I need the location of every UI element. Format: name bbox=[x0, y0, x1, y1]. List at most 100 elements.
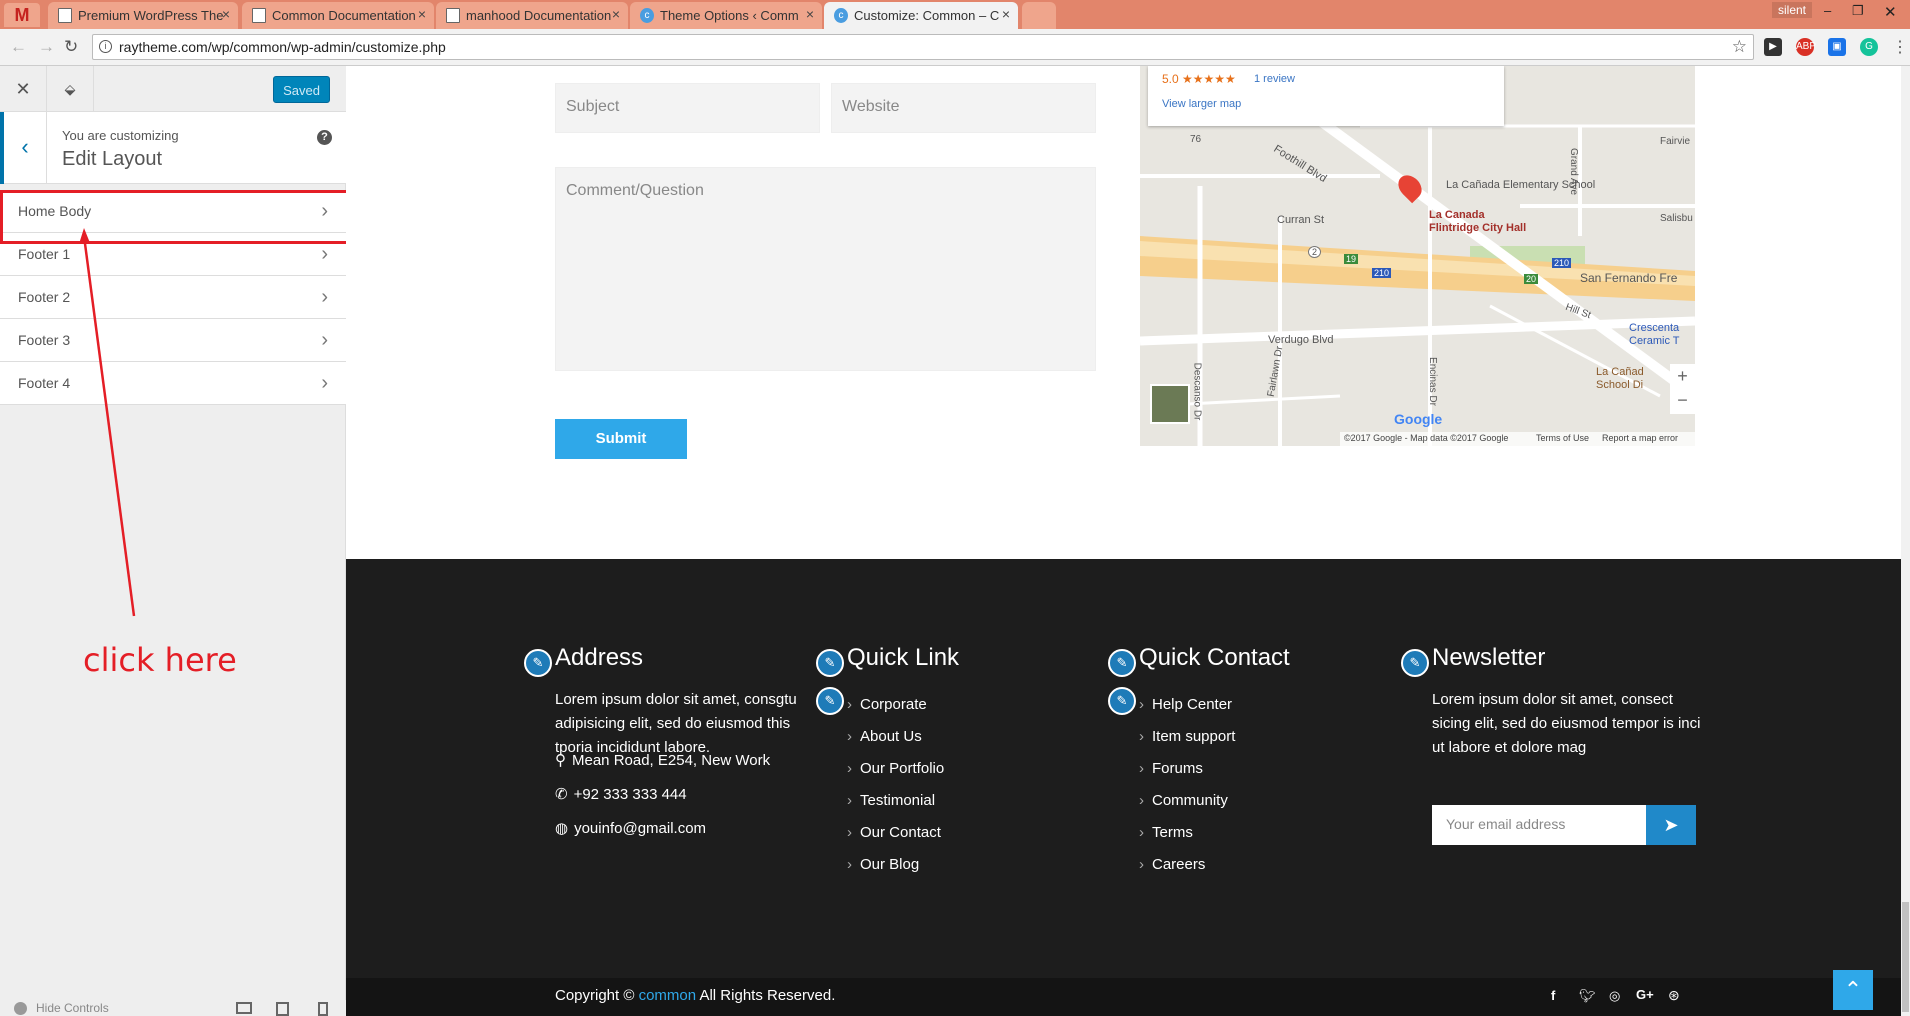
footer-heading: Address bbox=[555, 644, 644, 671]
browser-tab-active[interactable]: c Customize: Common – C × bbox=[824, 2, 1018, 29]
scrollbar[interactable] bbox=[1901, 66, 1910, 1016]
comment-field[interactable]: Comment/Question bbox=[555, 167, 1096, 371]
minimize-icon[interactable]: – bbox=[1824, 3, 1831, 18]
dribbble-icon[interactable]: ⊛ bbox=[1668, 987, 1680, 1004]
close-icon[interactable]: × bbox=[806, 6, 814, 22]
map-report-link[interactable]: Report a map error bbox=[1602, 433, 1678, 443]
view-larger-map-link[interactable]: View larger map bbox=[1162, 98, 1241, 110]
google-plus-icon[interactable]: G+ bbox=[1636, 987, 1654, 1002]
map-route-badge: 20 bbox=[1524, 274, 1539, 284]
extension-icon[interactable]: ▣ bbox=[1828, 38, 1846, 56]
facebook-icon[interactable]: f bbox=[1551, 988, 1555, 1003]
address-email[interactable]: youinfo@gmail.com bbox=[574, 820, 706, 837]
site-favicon-icon: c bbox=[834, 8, 848, 23]
satellite-toggle[interactable] bbox=[1150, 384, 1190, 424]
pencil-icon: ✎ bbox=[524, 649, 552, 677]
footer-bottom-bar: Copyright © common All Rights Reserved. … bbox=[346, 978, 1910, 1016]
map-label: Curran St bbox=[1277, 214, 1325, 226]
quick-contact-item[interactable]: › Careers bbox=[1139, 856, 1205, 873]
email-line: ◍ youinfo@gmail.com bbox=[555, 817, 706, 841]
browser-tab[interactable]: c Theme Options ‹ Comm × bbox=[630, 2, 822, 29]
map-attribution: ©2017 Google - Map data ©2017 Google bbox=[1344, 433, 1509, 443]
google-map[interactable]: 5.0 ★★★★★ 1 review View larger map La Ca… bbox=[1140, 66, 1695, 446]
map-zoom-controls[interactable]: + − bbox=[1670, 364, 1695, 414]
copyright-prefix: Copyright © bbox=[555, 987, 635, 1004]
subject-field[interactable]: Subject bbox=[555, 83, 820, 133]
address-phone: +92 333 333 444 bbox=[573, 786, 687, 803]
close-window-icon[interactable]: ✕ bbox=[1884, 3, 1897, 21]
quick-link-item[interactable]: › Our Portfolio bbox=[847, 760, 944, 777]
quick-link-item[interactable]: › Our Blog bbox=[847, 856, 919, 873]
footer-heading: Newsletter bbox=[1432, 644, 1546, 671]
close-icon[interactable]: × bbox=[1002, 6, 1010, 22]
restore-icon[interactable]: ❐ bbox=[1852, 3, 1864, 19]
annotation-arrow bbox=[79, 228, 136, 617]
adblock-icon[interactable]: ABP bbox=[1796, 38, 1816, 56]
quick-contact-item[interactable]: › Terms bbox=[1139, 824, 1193, 841]
pencil-icon: ✎ bbox=[816, 649, 844, 677]
map-reviews-link[interactable]: 1 review bbox=[1254, 73, 1295, 85]
website-field[interactable]: Website bbox=[831, 83, 1096, 133]
map-route-badge: 2 bbox=[1308, 246, 1322, 258]
twitter-icon[interactable]: 🐦︎ bbox=[1579, 988, 1596, 1004]
map-terms-link[interactable]: Terms of Use bbox=[1536, 433, 1589, 443]
newsletter-description: Lorem ipsum dolor sit amet, consect sici… bbox=[1432, 691, 1701, 756]
google-logo: Google bbox=[1394, 411, 1443, 427]
instagram-icon[interactable]: ◎ bbox=[1609, 988, 1620, 1004]
copyright: Copyright © common All Rights Reserved. bbox=[555, 987, 835, 1004]
copyright-suffix: All Rights Reserved. bbox=[699, 987, 836, 1004]
newsletter-email-input[interactable]: Your email address bbox=[1432, 805, 1646, 845]
map-route-badge: 210 bbox=[1372, 268, 1392, 278]
map-label: Fairvie bbox=[1660, 136, 1691, 147]
map-info-card: 5.0 ★★★★★ 1 review View larger map bbox=[1148, 66, 1504, 126]
quick-link-item[interactable]: › Our Contact bbox=[847, 824, 941, 841]
hide-controls-icon[interactable] bbox=[14, 1002, 27, 1015]
phone-icon: ✆ bbox=[555, 786, 568, 803]
pencil-icon: ✎ bbox=[1108, 687, 1136, 715]
quick-contact-item[interactable]: › Item support bbox=[1139, 728, 1235, 745]
pencil-icon: ✎ bbox=[816, 687, 844, 715]
map-label: Descanso Dr bbox=[1191, 362, 1203, 421]
new-tab-button[interactable] bbox=[1022, 2, 1056, 29]
site-preview: Subject Website Comment/Question Submit … bbox=[346, 66, 1910, 1016]
copyright-brand-link[interactable]: common bbox=[639, 987, 697, 1004]
page-icon bbox=[446, 8, 460, 23]
zoom-in-icon[interactable]: + bbox=[1670, 364, 1695, 388]
close-icon[interactable]: × bbox=[612, 6, 620, 22]
scroll-to-top-button[interactable]: ⌃ bbox=[1833, 970, 1873, 1010]
desktop-preview-icon[interactable] bbox=[236, 1002, 252, 1014]
quick-link-item[interactable]: › About Us bbox=[847, 728, 922, 745]
map-label: Grand Ave bbox=[1568, 147, 1580, 196]
map-route-badge: 210 bbox=[1552, 258, 1572, 268]
map-label: Encinas Dr bbox=[1426, 357, 1438, 406]
browser-tab[interactable]: manhood Documentation × bbox=[436, 2, 628, 29]
extension-icon[interactable]: ▶ bbox=[1764, 38, 1782, 56]
address-line: ⚲ Mean Road, E254, New Work bbox=[555, 749, 770, 773]
zoom-out-icon[interactable]: − bbox=[1670, 388, 1695, 412]
annotation-text: click here bbox=[83, 641, 237, 679]
map-label: La Canada bbox=[1429, 209, 1485, 221]
map-label: School Di bbox=[1596, 379, 1644, 391]
pencil-icon: ✎ bbox=[1401, 649, 1429, 677]
site-footer: ✎ Address Lorem ipsum dolor sit amet, co… bbox=[346, 559, 1910, 979]
tab-label: Customize: Common – C bbox=[854, 8, 1000, 23]
quick-link-item[interactable]: › Testimonial bbox=[847, 792, 935, 809]
send-icon[interactable]: ➤ bbox=[1646, 805, 1696, 845]
grammarly-icon[interactable]: G bbox=[1860, 38, 1878, 56]
close-icon[interactable]: × bbox=[418, 6, 426, 22]
mobile-preview-icon[interactable] bbox=[318, 1002, 328, 1016]
bookmark-star-icon[interactable]: ☆ bbox=[1732, 35, 1747, 59]
map-pin-icon: ⚲ bbox=[555, 752, 566, 769]
footer-heading: Quick Link bbox=[847, 644, 960, 671]
quick-contact-item[interactable]: › Forums bbox=[1139, 760, 1203, 777]
hide-controls-label[interactable]: Hide Controls bbox=[36, 1001, 109, 1015]
quick-link-item[interactable]: › Corporate bbox=[847, 696, 927, 713]
map-rating: 5.0 ★★★★★ bbox=[1162, 72, 1236, 86]
submit-button[interactable]: Submit bbox=[555, 419, 687, 459]
scrollbar-thumb[interactable] bbox=[1902, 902, 1909, 1012]
tablet-preview-icon[interactable] bbox=[276, 1002, 289, 1016]
quick-contact-item[interactable]: › Help Center bbox=[1139, 696, 1232, 713]
menu-dots-icon[interactable]: ⋮ bbox=[1892, 37, 1908, 57]
quick-contact-item[interactable]: › Community bbox=[1139, 792, 1228, 809]
profile-badge[interactable]: silent bbox=[1772, 2, 1813, 18]
